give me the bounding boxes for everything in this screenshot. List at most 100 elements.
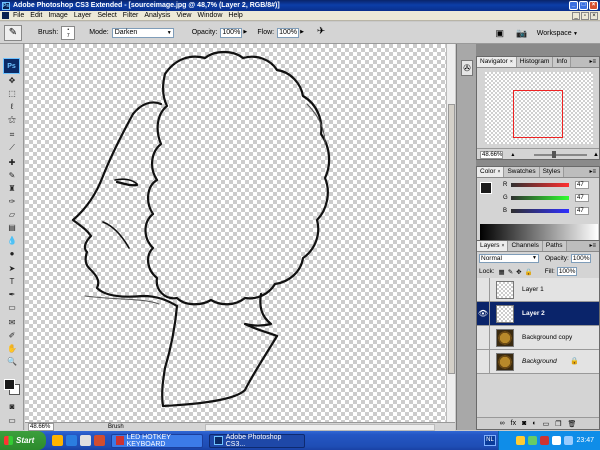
healing-brush-tool-icon[interactable]: ✚ xyxy=(6,158,18,168)
lock-position-icon[interactable]: ✥ xyxy=(516,268,521,276)
maximize-button[interactable]: □ xyxy=(579,1,588,10)
flow-slider-arrow[interactable]: ▶ xyxy=(300,28,306,38)
opacity-slider-arrow[interactable]: ▶ xyxy=(243,28,249,38)
visibility-toggle[interactable]: 👁 xyxy=(477,301,490,326)
dodge-tool-icon[interactable]: ● xyxy=(6,249,18,259)
layer-row[interactable]: Background copy xyxy=(477,325,599,350)
mode-select[interactable]: Darken xyxy=(111,27,174,38)
tray-security-icon[interactable] xyxy=(528,436,538,445)
vertical-scrollbar[interactable] xyxy=(446,44,455,422)
layer-row[interactable]: 👁 Layer 2 xyxy=(477,301,599,326)
tab-paths[interactable]: Paths xyxy=(542,241,567,251)
type-tool-icon[interactable]: T xyxy=(6,277,18,287)
tray-network-icon[interactable] xyxy=(516,436,526,445)
menu-window[interactable]: Window xyxy=(197,12,222,19)
foreground-color-swatch[interactable] xyxy=(4,379,15,390)
tab-channels[interactable]: Channels xyxy=(508,241,543,251)
close-button[interactable]: × xyxy=(589,1,598,10)
tab-layers[interactable]: Layers × xyxy=(477,241,509,251)
new-group-icon[interactable]: ▭ xyxy=(543,420,550,428)
tool-preset-picker[interactable]: ✎ xyxy=(4,24,22,41)
new-layer-icon[interactable]: ❐ xyxy=(555,420,561,428)
color-foreground-swatch[interactable] xyxy=(480,182,492,194)
document-canvas[interactable] xyxy=(25,44,455,422)
visibility-toggle[interactable] xyxy=(477,325,490,350)
menu-view[interactable]: View xyxy=(176,12,191,19)
doc-minimize-button[interactable]: _ xyxy=(572,12,580,20)
opacity-input[interactable]: 100% xyxy=(220,27,243,38)
eraser-tool-icon[interactable]: ▱ xyxy=(6,210,18,220)
shape-tool-icon[interactable]: ▭ xyxy=(6,303,18,313)
flow-input[interactable]: 100% xyxy=(277,27,300,38)
lock-all-icon[interactable]: 🔒 xyxy=(525,268,533,276)
eyedropper-tool-icon[interactable]: ✐ xyxy=(6,331,18,341)
clone-stamp-tool-icon[interactable]: ♜ xyxy=(6,184,18,194)
camera-icon[interactable]: 📷 xyxy=(515,26,529,40)
layer-style-icon[interactable]: fx xyxy=(511,420,516,427)
channel-slider[interactable] xyxy=(511,183,569,187)
panel-menu-icon[interactable]: ▸≡ xyxy=(589,242,596,249)
layer-row[interactable]: Background 🔒 xyxy=(477,349,599,374)
notes-tool-icon[interactable]: ✉ xyxy=(6,318,18,328)
panel-menu-icon[interactable]: ▸≡ xyxy=(589,58,596,65)
tab-info[interactable]: Info xyxy=(553,57,572,67)
visibility-toggle[interactable] xyxy=(477,349,490,374)
marquee-tool-icon[interactable]: ⬚ xyxy=(6,89,18,99)
menu-file[interactable]: File xyxy=(13,12,24,19)
minimize-button[interactable]: _ xyxy=(569,1,578,10)
tab-color[interactable]: Color × xyxy=(477,167,505,177)
history-brush-tool-icon[interactable]: ✑ xyxy=(6,197,18,207)
menu-image[interactable]: Image xyxy=(48,12,67,19)
tab-navigator[interactable]: Navigator × xyxy=(477,57,517,67)
channel-value[interactable]: 47 xyxy=(575,207,589,215)
quicklaunch-folder-icon[interactable] xyxy=(52,435,63,446)
move-tool-icon[interactable]: ✥ xyxy=(6,76,18,86)
delete-layer-icon[interactable]: 🗑 xyxy=(567,420,576,428)
path-selection-tool-icon[interactable]: ➤ xyxy=(6,264,18,274)
channel-value[interactable]: 47 xyxy=(575,181,589,189)
doc-close-button[interactable]: × xyxy=(590,12,598,20)
blend-mode-select[interactable]: Normal xyxy=(479,254,539,263)
adjustment-layer-icon[interactable]: ◐ xyxy=(532,420,536,427)
brush-tool-icon[interactable]: ✎ xyxy=(6,171,18,181)
channel-slider[interactable] xyxy=(511,196,569,200)
horizontal-scrollbar[interactable] xyxy=(205,424,435,431)
taskbar-button-photoshop[interactable]: Adobe Photoshop CS3... xyxy=(209,433,305,448)
layer-row[interactable]: Layer 1 xyxy=(477,277,599,302)
lock-image-icon[interactable]: ✎ xyxy=(508,268,513,276)
zoom-out-icon[interactable]: ▴ xyxy=(511,151,514,158)
link-layers-icon[interactable]: ∞ xyxy=(500,420,505,427)
hand-tool-icon[interactable]: ✋ xyxy=(6,344,18,354)
zoom-in-icon[interactable]: ▲ xyxy=(593,152,599,158)
lock-transparent-icon[interactable]: ▦ xyxy=(499,268,505,276)
tab-histogram[interactable]: Histogram xyxy=(516,57,554,67)
menu-analysis[interactable]: Analysis xyxy=(144,12,170,19)
layer-opacity-input[interactable]: 100% xyxy=(570,254,591,263)
airbrush-icon[interactable]: ✈ xyxy=(314,26,328,40)
workspace-button[interactable]: Workspace xyxy=(537,30,578,37)
magic-wand-tool-icon[interactable]: ⚝ xyxy=(6,115,18,125)
zoom-tool-icon[interactable]: 🔍 xyxy=(6,357,18,367)
menu-help[interactable]: Help xyxy=(228,12,242,19)
channel-value[interactable]: 47 xyxy=(575,194,589,202)
tray-volume-icon[interactable] xyxy=(552,436,562,445)
tool-presets-icon[interactable]: ✇ xyxy=(461,60,473,76)
tray-display-icon[interactable] xyxy=(564,436,574,445)
menu-select[interactable]: Select xyxy=(97,12,116,19)
taskbar-button-keyboard[interactable]: LED HOTKEY KEYBOARD xyxy=(111,433,203,448)
vertical-scroll-thumb[interactable] xyxy=(448,104,455,374)
tab-swatches[interactable]: Swatches xyxy=(504,167,540,177)
quick-mask-icon[interactable]: ◙ xyxy=(6,402,18,412)
navigator-preview[interactable] xyxy=(477,68,599,148)
brush-picker[interactable]: • 7 xyxy=(61,25,76,40)
quicklaunch-browser-icon[interactable] xyxy=(66,435,77,446)
menu-edit[interactable]: Edit xyxy=(30,12,42,19)
tab-styles[interactable]: Styles xyxy=(539,167,565,177)
lasso-tool-icon[interactable]: ℓ xyxy=(6,102,18,112)
document-icon[interactable] xyxy=(2,12,9,19)
start-button[interactable]: Start xyxy=(0,431,46,450)
menu-layer[interactable]: Layer xyxy=(74,12,92,19)
gradient-tool-icon[interactable]: ▤ xyxy=(6,223,18,233)
bridge-icon[interactable]: ▣ xyxy=(493,26,507,40)
blur-tool-icon[interactable]: 💧 xyxy=(6,236,18,246)
